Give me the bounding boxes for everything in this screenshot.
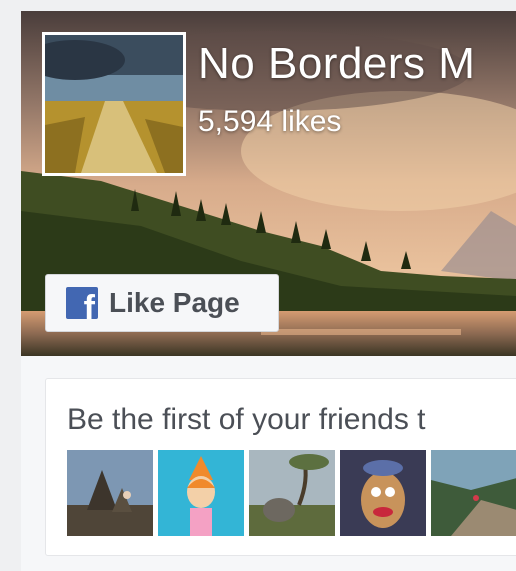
road-landscape-icon	[45, 35, 183, 173]
friend-photo-elephant[interactable]	[249, 450, 335, 536]
friend-photo-temple[interactable]	[67, 450, 153, 536]
facebook-page-widget: No Borders M 5,594 likes f Like Page Be …	[21, 11, 516, 571]
cartoon-girl-photo	[158, 450, 244, 536]
facebook-f-icon: f	[66, 287, 98, 319]
friends-prompt: Be the first of your friends t	[67, 403, 426, 436]
friends-section: Be the first of your friends t	[45, 378, 516, 556]
friend-photo-coast[interactable]	[431, 450, 516, 536]
page-profile-picture[interactable]	[42, 32, 186, 176]
like-page-label: Like Page	[109, 287, 240, 318]
likes-count: 5,594 likes	[198, 105, 342, 138]
elephant-photo	[249, 450, 335, 536]
friend-photo-cartoon[interactable]	[158, 450, 244, 536]
page-title[interactable]: No Borders M	[198, 39, 475, 89]
cover-photo[interactable]: No Borders M 5,594 likes f Like Page	[21, 11, 516, 356]
like-page-button[interactable]: f Like Page	[45, 274, 279, 332]
friend-photo-list	[67, 450, 516, 536]
friend-photo-toy[interactable]	[340, 450, 426, 536]
temple-photo	[67, 450, 153, 536]
toy-potato-head-photo	[340, 450, 426, 536]
coast-cliff-photo	[431, 450, 516, 536]
